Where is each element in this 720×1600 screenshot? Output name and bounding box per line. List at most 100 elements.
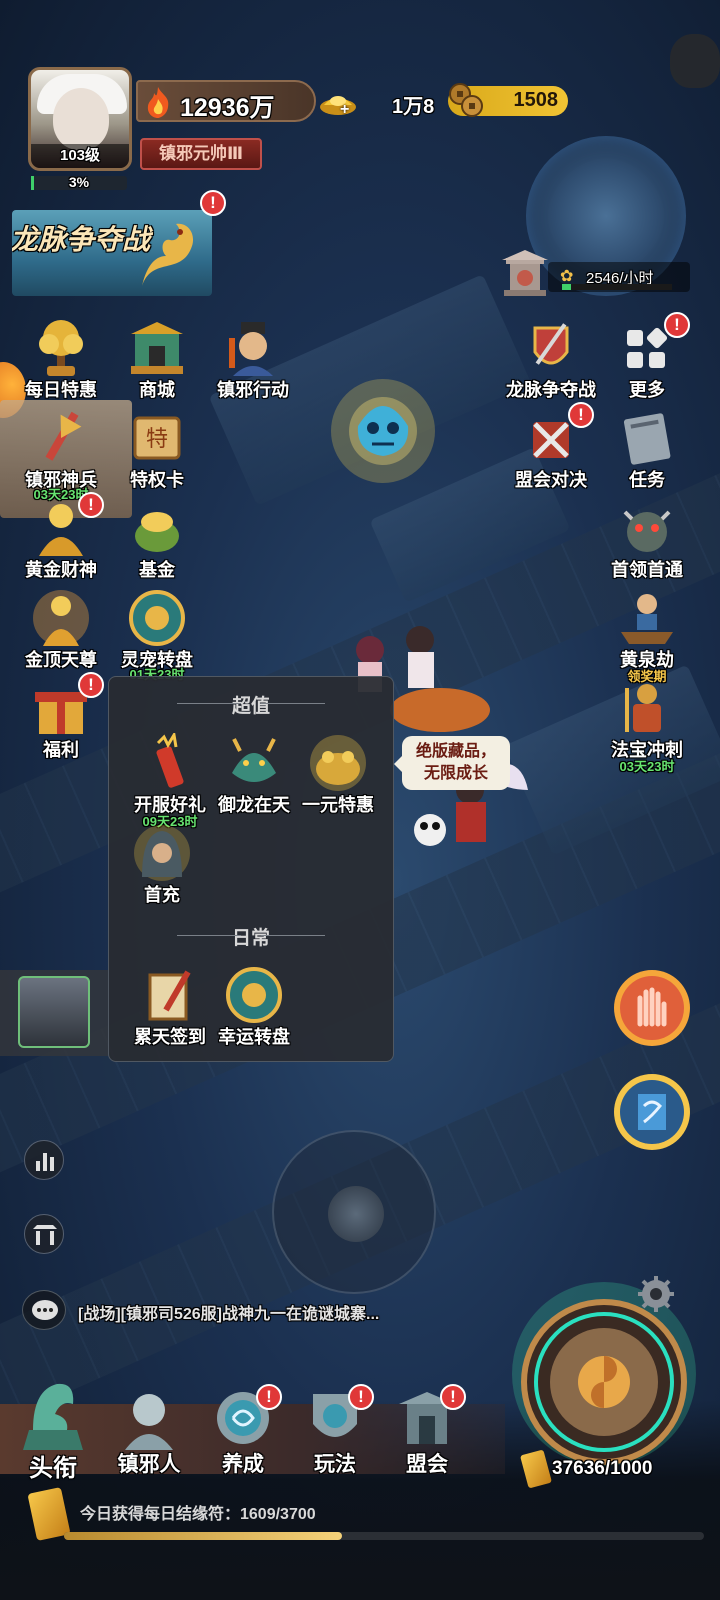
promo-speech-bubble[interactable]: 绝版藏品， 无限成长 — [394, 736, 510, 790]
scroll-brush-icon — [148, 970, 191, 1021]
dragon-head-icon — [232, 738, 276, 782]
firecracker-icon — [156, 733, 184, 788]
alert-badge: ! — [568, 402, 594, 428]
one-yuan-deal-button[interactable]: 一元特惠 — [283, 733, 393, 819]
event-alert-badge: ! — [200, 190, 226, 216]
alert-badge: ! — [78, 672, 104, 698]
wheel-icon — [129, 590, 185, 646]
talisman-skill-icon[interactable] — [612, 1072, 692, 1152]
quest-button[interactable]: 任务 — [592, 408, 702, 494]
shop-stall-icon — [131, 322, 183, 374]
exp-percent: 3% — [68, 174, 90, 190]
nav-label: 养成 — [222, 1453, 264, 1476]
section-value-title: 超值 — [109, 691, 393, 718]
joystick-knob[interactable] — [328, 1186, 384, 1242]
weapon-icon — [45, 411, 82, 461]
coin-amount: 1508 — [513, 89, 559, 111]
palm-skill-icon[interactable] — [612, 968, 692, 1048]
privilege-card-icon: 特 — [133, 416, 181, 460]
player-level: 103级 — [31, 144, 129, 168]
money-tree-icon — [39, 320, 83, 376]
hooded-figure-icon — [134, 825, 190, 881]
icon-label: 首充 — [144, 885, 180, 905]
icon-label: 更多 — [629, 380, 665, 400]
yellow-spring-trial-button[interactable]: 黄泉劫 领奖期 — [592, 588, 702, 684]
wheel-icon — [226, 967, 282, 1023]
book-icon — [623, 413, 671, 465]
svg-text:特: 特 — [146, 427, 168, 452]
icon-label: 任务 — [629, 470, 665, 490]
icon-timer: 03天23时 — [619, 759, 675, 774]
lucky-wheel-button[interactable]: 幸运转盘 — [199, 965, 309, 1051]
coin-box[interactable]: 1508 — [448, 83, 568, 117]
pot-decoration — [670, 34, 720, 88]
treasure-sprint-button[interactable]: 法宝冲刺 03天23时 — [592, 678, 702, 774]
nav-exorcist[interactable]: 镇邪人 — [104, 1388, 194, 1488]
nav-title[interactable]: 头衔 — [8, 1372, 98, 1482]
pet-wheel-button[interactable]: 灵宠转盘 01天23时 — [102, 588, 212, 682]
production-bar — [562, 284, 672, 290]
spirit-skull-icon[interactable] — [328, 376, 438, 486]
nav-label: 玩法 — [314, 1453, 356, 1476]
nav-alliance[interactable]: 盟会 ! — [382, 1384, 472, 1488]
player-avatar[interactable]: 103级 — [28, 67, 132, 171]
section-daily-title: 日常 — [109, 923, 393, 950]
nav-label: 镇邪人 — [117, 1453, 181, 1476]
bubble-line-2: 无限成长 — [423, 765, 488, 782]
icon-label: 镇邪行动 — [217, 380, 289, 400]
stats-button[interactable] — [24, 1140, 64, 1180]
alert-badge: ! — [256, 1384, 282, 1410]
demon-head-icon — [623, 510, 671, 552]
dragon-vein-event-banner[interactable]: 龙脉争夺战 — [12, 210, 212, 296]
nav-cultivate[interactable]: 养成 ! — [198, 1384, 288, 1488]
exorcism-action-button[interactable]: 镇邪行动 — [198, 318, 308, 404]
sword-shield-icon — [533, 323, 569, 365]
add-ingot-icon[interactable]: + — [340, 101, 356, 118]
nav-gameplay[interactable]: 玩法 ! — [290, 1384, 380, 1488]
alert-badge: ! — [440, 1384, 466, 1410]
golden-toad-icon — [310, 735, 366, 791]
gate-button[interactable] — [24, 1214, 64, 1254]
daily-fate-progress: 今日获得每日结缘符：1609/3700 — [27, 1486, 704, 1542]
icon-label: 基金 — [139, 560, 175, 580]
side-character-tab[interactable] — [0, 970, 108, 1056]
avatar-face — [53, 88, 109, 150]
chat-bubble-icon[interactable] — [22, 1290, 66, 1330]
coin-string-icon — [449, 83, 483, 117]
treasure-pot-icon — [135, 512, 179, 552]
stamina-display: 37636/1000 — [520, 1449, 704, 1489]
settings-gear-icon[interactable] — [638, 1276, 674, 1312]
combat-power-value: 12936万 — [180, 94, 275, 122]
offers-popup[interactable]: 超值 开服好礼 09天23时 御龙在天 一元特惠 首充 日常 累天签到 幸运转盘 — [108, 676, 394, 1062]
flame-icon — [147, 87, 169, 118]
icon-label: 特权卡 — [130, 470, 184, 490]
official-portrait-icon — [229, 322, 273, 376]
hero-bust-icon — [125, 1394, 173, 1450]
boss-first-clear-button[interactable]: 首领首通 — [592, 498, 702, 584]
ingot-amount: 1万8 — [392, 96, 435, 118]
shrine-icon[interactable] — [502, 250, 548, 298]
armored-warrior-icon — [625, 684, 661, 732]
privilege-card-button[interactable]: 特 特权卡 — [102, 408, 212, 494]
daily-fate-bar-fill — [64, 1532, 343, 1540]
daily-fate-bar — [64, 1532, 704, 1540]
production-rate-box: ✿ 2546/小时 — [548, 262, 690, 292]
lotus-icon: ✿ — [560, 268, 574, 285]
event-title: 龙脉争夺战 — [12, 224, 151, 255]
character-portrait — [18, 976, 90, 1048]
welfare-button[interactable]: 福利 ! — [6, 672, 116, 764]
talisman-card-icon — [520, 1449, 552, 1489]
first-recharge-button[interactable]: 首充 — [107, 823, 217, 909]
virtual-joystick[interactable] — [272, 1130, 436, 1294]
warrior-boat-icon — [621, 594, 673, 644]
nav-label: 盟会 — [406, 1453, 448, 1476]
alert-badge: ! — [664, 312, 690, 338]
chat-message: [战场][镇邪司526服]战神九一在诡谜城寨... — [78, 1306, 380, 1323]
more-button[interactable]: 更多 ! — [592, 312, 702, 404]
player-title-badge[interactable]: 镇邪元帅Ⅲ — [140, 138, 262, 170]
chat-bar[interactable]: [战场][镇邪司526服]战神九一在诡谜城寨... — [22, 1290, 482, 1330]
fund-button[interactable]: 基金 — [102, 498, 212, 584]
production-bar-fill — [562, 284, 571, 290]
exp-bar: 3% — [31, 174, 127, 190]
icon-label: 幸运转盘 — [218, 1027, 290, 1047]
